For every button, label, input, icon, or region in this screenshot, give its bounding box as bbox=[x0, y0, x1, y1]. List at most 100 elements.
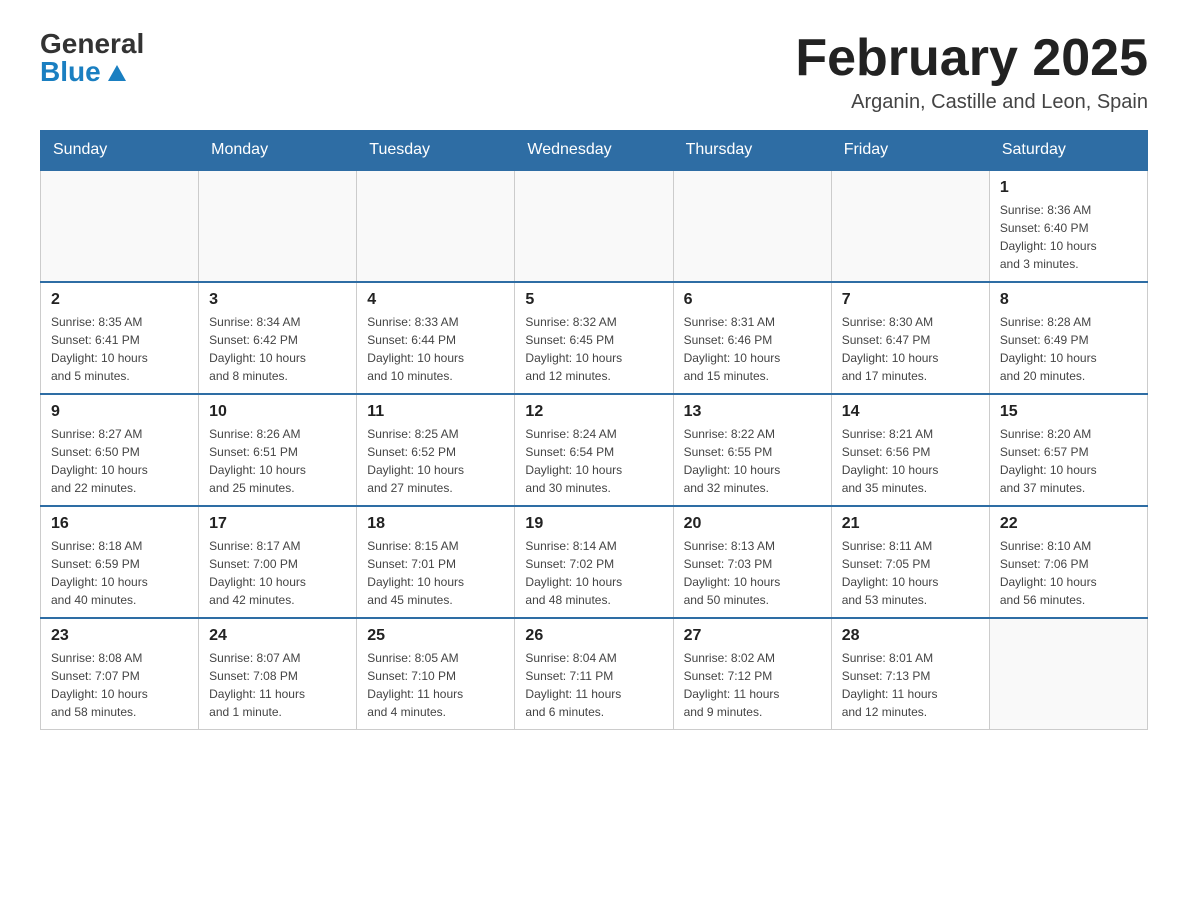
table-row: 25 Sunrise: 8:05 AM Sunset: 7:10 PM Dayli… bbox=[357, 618, 515, 730]
table-row: 9 Sunrise: 8:27 AM Sunset: 6:50 PM Daylig… bbox=[41, 394, 199, 506]
day-info: Sunrise: 8:21 AM Sunset: 6:56 PM Dayligh… bbox=[842, 425, 979, 497]
day-number: 8 bbox=[1000, 291, 1137, 309]
day-number: 9 bbox=[51, 403, 188, 421]
day-number: 17 bbox=[209, 515, 346, 533]
day-number: 12 bbox=[525, 403, 662, 421]
day-number: 25 bbox=[367, 627, 504, 645]
day-number: 26 bbox=[525, 627, 662, 645]
calendar-week-row: 9 Sunrise: 8:27 AM Sunset: 6:50 PM Daylig… bbox=[41, 394, 1148, 506]
day-info: Sunrise: 8:05 AM Sunset: 7:10 PM Dayligh… bbox=[367, 649, 504, 721]
day-number: 23 bbox=[51, 627, 188, 645]
table-row: 17 Sunrise: 8:17 AM Sunset: 7:00 PM Dayli… bbox=[199, 506, 357, 618]
day-number: 28 bbox=[842, 627, 979, 645]
header-wednesday: Wednesday bbox=[515, 131, 673, 171]
table-row bbox=[515, 170, 673, 282]
day-number: 20 bbox=[684, 515, 821, 533]
day-info: Sunrise: 8:26 AM Sunset: 6:51 PM Dayligh… bbox=[209, 425, 346, 497]
calendar-table: Sunday Monday Tuesday Wednesday Thursday… bbox=[40, 130, 1148, 730]
table-row bbox=[357, 170, 515, 282]
day-info: Sunrise: 8:20 AM Sunset: 6:57 PM Dayligh… bbox=[1000, 425, 1137, 497]
table-row: 14 Sunrise: 8:21 AM Sunset: 6:56 PM Dayli… bbox=[831, 394, 989, 506]
day-info: Sunrise: 8:28 AM Sunset: 6:49 PM Dayligh… bbox=[1000, 313, 1137, 385]
day-number: 7 bbox=[842, 291, 979, 309]
logo-arrow-icon bbox=[104, 59, 130, 85]
day-number: 15 bbox=[1000, 403, 1137, 421]
calendar-week-row: 1 Sunrise: 8:36 AM Sunset: 6:40 PM Daylig… bbox=[41, 170, 1148, 282]
day-info: Sunrise: 8:32 AM Sunset: 6:45 PM Dayligh… bbox=[525, 313, 662, 385]
table-row: 20 Sunrise: 8:13 AM Sunset: 7:03 PM Dayli… bbox=[673, 506, 831, 618]
day-info: Sunrise: 8:08 AM Sunset: 7:07 PM Dayligh… bbox=[51, 649, 188, 721]
header-saturday: Saturday bbox=[989, 131, 1147, 171]
day-info: Sunrise: 8:15 AM Sunset: 7:01 PM Dayligh… bbox=[367, 537, 504, 609]
header-thursday: Thursday bbox=[673, 131, 831, 171]
day-number: 6 bbox=[684, 291, 821, 309]
table-row: 2 Sunrise: 8:35 AM Sunset: 6:41 PM Daylig… bbox=[41, 282, 199, 394]
day-info: Sunrise: 8:17 AM Sunset: 7:00 PM Dayligh… bbox=[209, 537, 346, 609]
table-row: 15 Sunrise: 8:20 AM Sunset: 6:57 PM Dayli… bbox=[989, 394, 1147, 506]
header-tuesday: Tuesday bbox=[357, 131, 515, 171]
table-row: 13 Sunrise: 8:22 AM Sunset: 6:55 PM Dayli… bbox=[673, 394, 831, 506]
table-row: 16 Sunrise: 8:18 AM Sunset: 6:59 PM Dayli… bbox=[41, 506, 199, 618]
table-row bbox=[199, 170, 357, 282]
day-number: 14 bbox=[842, 403, 979, 421]
day-number: 16 bbox=[51, 515, 188, 533]
day-number: 4 bbox=[367, 291, 504, 309]
calendar-week-row: 16 Sunrise: 8:18 AM Sunset: 6:59 PM Dayli… bbox=[41, 506, 1148, 618]
table-row: 7 Sunrise: 8:30 AM Sunset: 6:47 PM Daylig… bbox=[831, 282, 989, 394]
table-row: 24 Sunrise: 8:07 AM Sunset: 7:08 PM Dayli… bbox=[199, 618, 357, 730]
day-info: Sunrise: 8:10 AM Sunset: 7:06 PM Dayligh… bbox=[1000, 537, 1137, 609]
day-info: Sunrise: 8:35 AM Sunset: 6:41 PM Dayligh… bbox=[51, 313, 188, 385]
day-number: 13 bbox=[684, 403, 821, 421]
day-info: Sunrise: 8:30 AM Sunset: 6:47 PM Dayligh… bbox=[842, 313, 979, 385]
table-row: 1 Sunrise: 8:36 AM Sunset: 6:40 PM Daylig… bbox=[989, 170, 1147, 282]
table-row: 3 Sunrise: 8:34 AM Sunset: 6:42 PM Daylig… bbox=[199, 282, 357, 394]
day-number: 27 bbox=[684, 627, 821, 645]
day-info: Sunrise: 8:31 AM Sunset: 6:46 PM Dayligh… bbox=[684, 313, 821, 385]
logo: General Blue bbox=[40, 30, 144, 86]
table-row bbox=[831, 170, 989, 282]
day-number: 22 bbox=[1000, 515, 1137, 533]
day-info: Sunrise: 8:13 AM Sunset: 7:03 PM Dayligh… bbox=[684, 537, 821, 609]
day-number: 3 bbox=[209, 291, 346, 309]
day-info: Sunrise: 8:14 AM Sunset: 7:02 PM Dayligh… bbox=[525, 537, 662, 609]
table-row: 26 Sunrise: 8:04 AM Sunset: 7:11 PM Dayli… bbox=[515, 618, 673, 730]
day-info: Sunrise: 8:27 AM Sunset: 6:50 PM Dayligh… bbox=[51, 425, 188, 497]
day-number: 10 bbox=[209, 403, 346, 421]
table-row: 12 Sunrise: 8:24 AM Sunset: 6:54 PM Dayli… bbox=[515, 394, 673, 506]
day-info: Sunrise: 8:33 AM Sunset: 6:44 PM Dayligh… bbox=[367, 313, 504, 385]
day-number: 2 bbox=[51, 291, 188, 309]
table-row: 8 Sunrise: 8:28 AM Sunset: 6:49 PM Daylig… bbox=[989, 282, 1147, 394]
logo-general: General bbox=[40, 30, 144, 58]
table-row: 21 Sunrise: 8:11 AM Sunset: 7:05 PM Dayli… bbox=[831, 506, 989, 618]
table-row: 5 Sunrise: 8:32 AM Sunset: 6:45 PM Daylig… bbox=[515, 282, 673, 394]
table-row bbox=[989, 618, 1147, 730]
table-row: 19 Sunrise: 8:14 AM Sunset: 7:02 PM Dayli… bbox=[515, 506, 673, 618]
header-sunday: Sunday bbox=[41, 131, 199, 171]
day-number: 24 bbox=[209, 627, 346, 645]
day-info: Sunrise: 8:18 AM Sunset: 6:59 PM Dayligh… bbox=[51, 537, 188, 609]
calendar-week-row: 2 Sunrise: 8:35 AM Sunset: 6:41 PM Daylig… bbox=[41, 282, 1148, 394]
day-info: Sunrise: 8:24 AM Sunset: 6:54 PM Dayligh… bbox=[525, 425, 662, 497]
header-friday: Friday bbox=[831, 131, 989, 171]
day-info: Sunrise: 8:07 AM Sunset: 7:08 PM Dayligh… bbox=[209, 649, 346, 721]
day-number: 19 bbox=[525, 515, 662, 533]
table-row: 22 Sunrise: 8:10 AM Sunset: 7:06 PM Dayli… bbox=[989, 506, 1147, 618]
table-row: 18 Sunrise: 8:15 AM Sunset: 7:01 PM Dayli… bbox=[357, 506, 515, 618]
table-row: 23 Sunrise: 8:08 AM Sunset: 7:07 PM Dayli… bbox=[41, 618, 199, 730]
day-number: 18 bbox=[367, 515, 504, 533]
calendar-subtitle: Arganin, Castille and Leon, Spain bbox=[795, 91, 1148, 114]
logo-blue: Blue bbox=[40, 58, 144, 86]
day-info: Sunrise: 8:04 AM Sunset: 7:11 PM Dayligh… bbox=[525, 649, 662, 721]
table-row: 10 Sunrise: 8:26 AM Sunset: 6:51 PM Dayli… bbox=[199, 394, 357, 506]
table-row: 4 Sunrise: 8:33 AM Sunset: 6:44 PM Daylig… bbox=[357, 282, 515, 394]
table-row: 28Sunrise: 8:01 AM Sunset: 7:13 PM Dayli… bbox=[831, 618, 989, 730]
day-info: Sunrise: 8:11 AM Sunset: 7:05 PM Dayligh… bbox=[842, 537, 979, 609]
day-number: 21 bbox=[842, 515, 979, 533]
day-info: Sunrise: 8:22 AM Sunset: 6:55 PM Dayligh… bbox=[684, 425, 821, 497]
day-number: 1 bbox=[1000, 179, 1137, 197]
day-info: Sunrise: 8:34 AM Sunset: 6:42 PM Dayligh… bbox=[209, 313, 346, 385]
day-info: Sunrise: 8:02 AM Sunset: 7:12 PM Dayligh… bbox=[684, 649, 821, 721]
day-number: 5 bbox=[525, 291, 662, 309]
day-info: Sunrise: 8:36 AM Sunset: 6:40 PM Dayligh… bbox=[1000, 201, 1137, 273]
table-row: 27 Sunrise: 8:02 AM Sunset: 7:12 PM Dayli… bbox=[673, 618, 831, 730]
